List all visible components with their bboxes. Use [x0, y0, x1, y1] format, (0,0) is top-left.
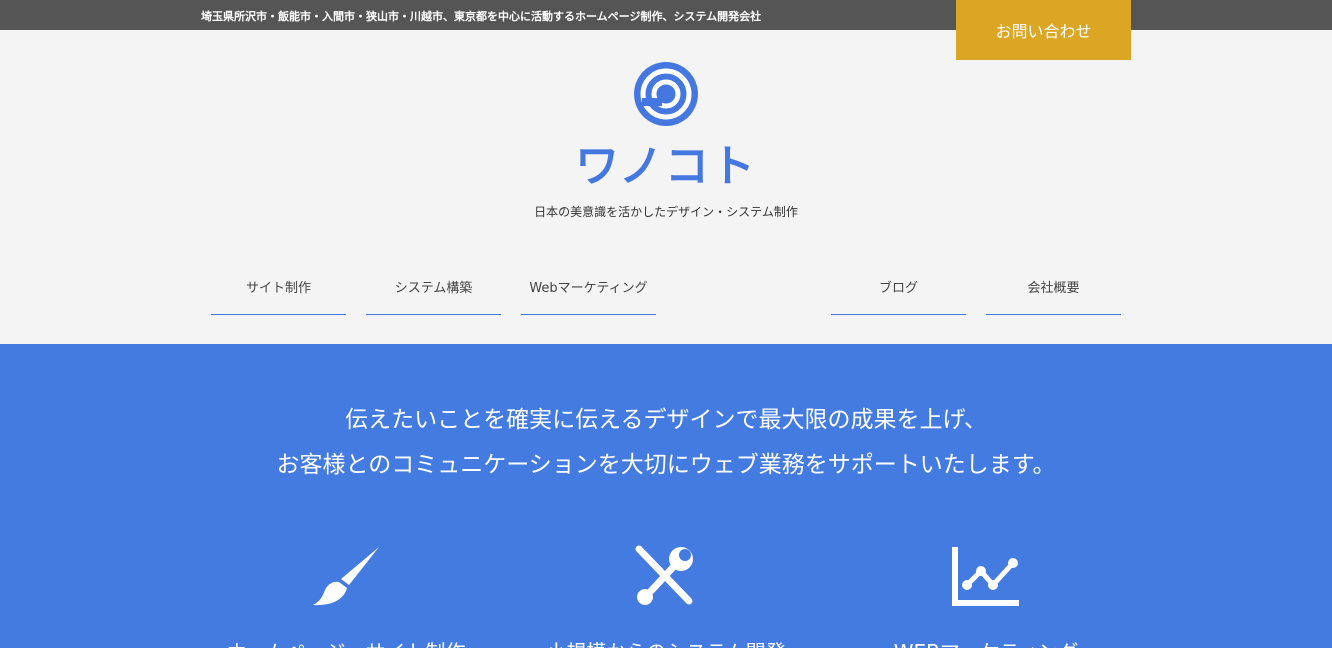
- logo-wordmark[interactable]: ワノコト: [566, 130, 766, 194]
- nav-item-site-production[interactable]: サイト制作: [211, 258, 346, 315]
- contact-button[interactable]: お問い合わせ: [956, 0, 1131, 60]
- nav-item-system-building[interactable]: システム構築: [366, 258, 501, 315]
- nav-item-web-marketing[interactable]: Webマーケティング: [521, 258, 656, 315]
- header-tagline: 埼玉県所沢市・飯能市・入間市・狭山市・川越市、東京都を中心に活動するホームページ…: [201, 10, 762, 23]
- nav-item-blog[interactable]: ブログ: [831, 258, 966, 315]
- logo-subtitle: 日本の美意識を活かしたデザイン・システム制作: [534, 205, 798, 219]
- top-bar: 埼玉県所沢市・飯能市・入間市・狭山市・川越市、東京都を中心に活動するホームページ…: [0, 0, 1332, 30]
- service-title-system[interactable]: 小規模からのシステム開発: [506, 636, 826, 648]
- hero-message-line-2: お客様とのコミュニケーションを大切にウェブ業務をサポートいたします。: [276, 452, 1056, 478]
- logo-circle-icon[interactable]: [632, 60, 700, 128]
- nav-item-company[interactable]: 会社概要: [986, 258, 1121, 315]
- service-title-marketing[interactable]: WEBマーケティング: [826, 636, 1146, 648]
- line-chart-icon: [952, 547, 1019, 606]
- hero-message-line-1: 伝えたいことを確実に伝えるデザインで最大限の成果を上げ、: [345, 407, 987, 433]
- tools-icon: [635, 545, 693, 605]
- service-title-homepage[interactable]: ホームページ・サイト制作: [186, 636, 506, 648]
- paintbrush-icon: [313, 547, 379, 606]
